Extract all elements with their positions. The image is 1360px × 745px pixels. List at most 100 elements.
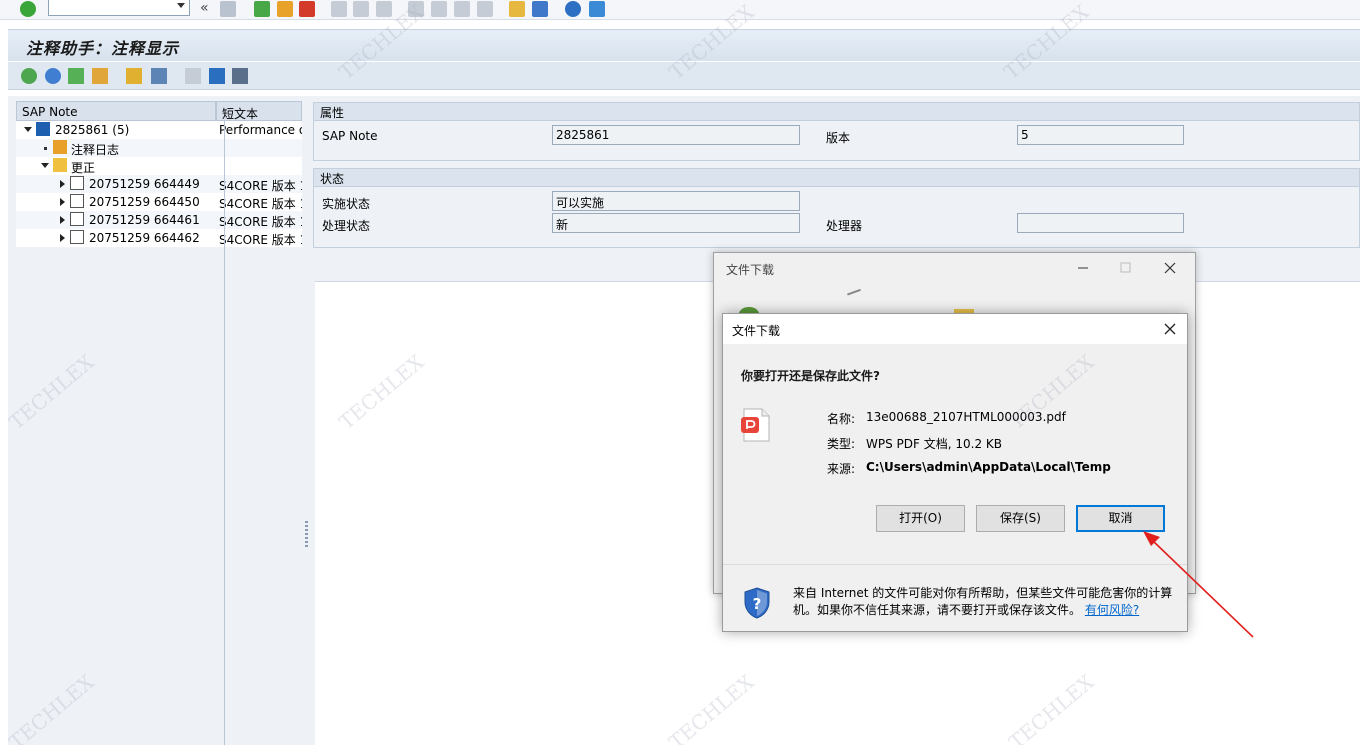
layout-settings-icon[interactable] (589, 1, 605, 17)
tree-row-note[interactable]: 2825861 (5) Performance of (16, 121, 302, 139)
tree-node-short-text: S4CORE 版本 1 (219, 215, 302, 229)
column-header-short-text[interactable]: 短文本 (216, 101, 302, 121)
exit-icon[interactable] (277, 1, 293, 17)
dialog-warning-footer: ? 来自 Internet 的文件可能对你有所帮助，但某些文件可能危害你的计算机… (723, 565, 1187, 631)
tree-node-label: 注释日志 (71, 143, 120, 157)
save-icon[interactable] (220, 1, 236, 17)
find-next-icon[interactable] (376, 1, 392, 17)
sap-note-field[interactable]: 2825861 (552, 125, 800, 145)
system-toolbar: « (0, 0, 1360, 20)
minimize-icon[interactable] (1070, 257, 1096, 279)
file-name-value: 13e00688_2107HTML000003.pdf (866, 410, 1066, 424)
document-icon (70, 176, 84, 190)
tree-row-correction-item[interactable]: 20751259 664461 S4CORE 版本 1 (16, 211, 302, 229)
command-field[interactable] (48, 0, 190, 16)
tree-node-label: 20751259 664450 (89, 195, 200, 209)
tree-body: 2825861 (5) Performance of 注释日志 更正 20751… (16, 121, 302, 745)
enter-check-icon[interactable] (20, 1, 36, 17)
pdf-file-icon (741, 408, 771, 442)
tree-header: SAP Note 短文本 (16, 101, 302, 121)
tree-row-correction-item[interactable]: 20751259 664450 S4CORE 版本 1 (16, 193, 302, 211)
background-dialog-title: 文件下载 (726, 263, 775, 277)
back-icon[interactable] (254, 1, 270, 17)
info-icon[interactable] (209, 68, 225, 84)
file-source-label: 来源: (827, 462, 856, 476)
splitter-grip-icon[interactable] (305, 521, 308, 549)
save-button[interactable]: 保存(S) (976, 505, 1065, 532)
undo-icon[interactable] (45, 68, 61, 84)
expand-toggle-icon[interactable] (60, 198, 65, 206)
find-icon[interactable] (353, 1, 369, 17)
list-view-icon[interactable] (185, 68, 201, 84)
expand-toggle-icon[interactable] (41, 163, 49, 168)
version-label: 版本 (826, 131, 851, 145)
chevron-down-icon[interactable] (177, 3, 185, 8)
leaf-bullet-icon (44, 147, 47, 150)
help-icon[interactable] (565, 1, 581, 17)
folder-open-icon (53, 158, 67, 172)
version-field[interactable]: 5 (1017, 125, 1184, 145)
expand-toggle-icon[interactable] (24, 127, 32, 132)
column-header-sap-note[interactable]: SAP Note (16, 101, 216, 121)
file-download-dialog: 文件下载 你要打开还是保存此文件? 名称: 13e00688_2107HTML0… (722, 313, 1188, 632)
previous-page-icon[interactable] (431, 1, 447, 17)
implementation-status-label: 实施状态 (322, 197, 371, 211)
warning-text-block: 来自 Internet 的文件可能对你有所帮助，但某些文件可能危害你的计算机。如… (793, 585, 1178, 619)
expand-toggle-icon[interactable] (60, 216, 65, 224)
new-session-icon[interactable] (509, 1, 525, 17)
open-button[interactable]: 打开(O) (876, 505, 965, 532)
processor-field[interactable] (1017, 213, 1184, 233)
processor-label: 处理器 (826, 219, 863, 233)
implementation-status-field[interactable]: 可以实施 (552, 191, 800, 211)
next-page-icon[interactable] (454, 1, 470, 17)
what-is-the-risk-link[interactable]: 有何风险? (1085, 603, 1139, 617)
title-bar: 注释助手：注释显示 (8, 29, 1360, 61)
status-group: 状态 实施状态 可以实施 处理状态 新 处理器 (313, 168, 1360, 248)
last-page-icon[interactable] (477, 1, 493, 17)
first-page-icon[interactable] (408, 1, 424, 17)
refresh-icon[interactable] (151, 68, 167, 84)
tree-node-label: 更正 (71, 161, 96, 175)
double-chevron-left-icon[interactable]: « (200, 1, 210, 17)
maximize-icon[interactable] (1112, 257, 1138, 279)
check-icon[interactable] (68, 68, 84, 84)
processing-status-label: 处理状态 (322, 219, 371, 233)
tree-row-correction-item[interactable]: 20751259 664449 S4CORE 版本 1 (16, 175, 302, 193)
close-icon[interactable] (1157, 257, 1183, 279)
security-shield-icon: ? (743, 587, 771, 619)
tree-row-corrections[interactable]: 更正 (16, 157, 302, 175)
scroll-log-icon (53, 140, 67, 154)
cancel-icon[interactable] (299, 1, 315, 17)
file-type-label: 类型: (827, 437, 856, 451)
pane-splitter[interactable] (303, 96, 311, 745)
shortcut-icon[interactable] (532, 1, 548, 17)
file-name-label: 名称: (827, 412, 856, 426)
tree-node-label: 20751259 664449 (89, 177, 200, 191)
info-detail-icon[interactable] (232, 68, 248, 84)
file-type-value: WPS PDF 文档, 10.2 KB (866, 437, 1002, 451)
status-group-title: 状态 (314, 169, 1359, 187)
tree-row-log[interactable]: 注释日志 (16, 139, 302, 157)
edit-pencil-icon[interactable] (126, 68, 142, 84)
note-tree-panel: SAP Note 短文本 2825861 (5) Performance of … (8, 96, 304, 745)
column-divider (224, 121, 225, 745)
tree-node-short-text: S4CORE 版本 1 (219, 233, 302, 247)
document-icon (70, 230, 84, 244)
tree-row-correction-item[interactable]: 20751259 664462 S4CORE 版本 1 (16, 229, 302, 247)
execute-icon[interactable] (21, 68, 37, 84)
print-icon[interactable] (331, 1, 347, 17)
page-title: 注释助手：注释显示 (26, 39, 180, 58)
expand-toggle-icon[interactable] (60, 234, 65, 242)
processing-status-field[interactable]: 新 (552, 213, 800, 233)
dialog-title: 文件下载 (732, 324, 781, 338)
note-play-icon (36, 122, 50, 136)
hierarchy-icon[interactable] (92, 68, 108, 84)
attributes-group-title: 属性 (314, 103, 1359, 121)
close-icon[interactable] (1157, 318, 1183, 340)
file-source-value: C:\Users\admin\AppData\Local\Temp (866, 460, 1111, 474)
document-icon (70, 194, 84, 208)
document-icon (70, 212, 84, 226)
tree-node-label: 2825861 (5) (55, 123, 130, 137)
expand-toggle-icon[interactable] (60, 180, 65, 188)
cancel-button[interactable]: 取消 (1076, 505, 1165, 532)
